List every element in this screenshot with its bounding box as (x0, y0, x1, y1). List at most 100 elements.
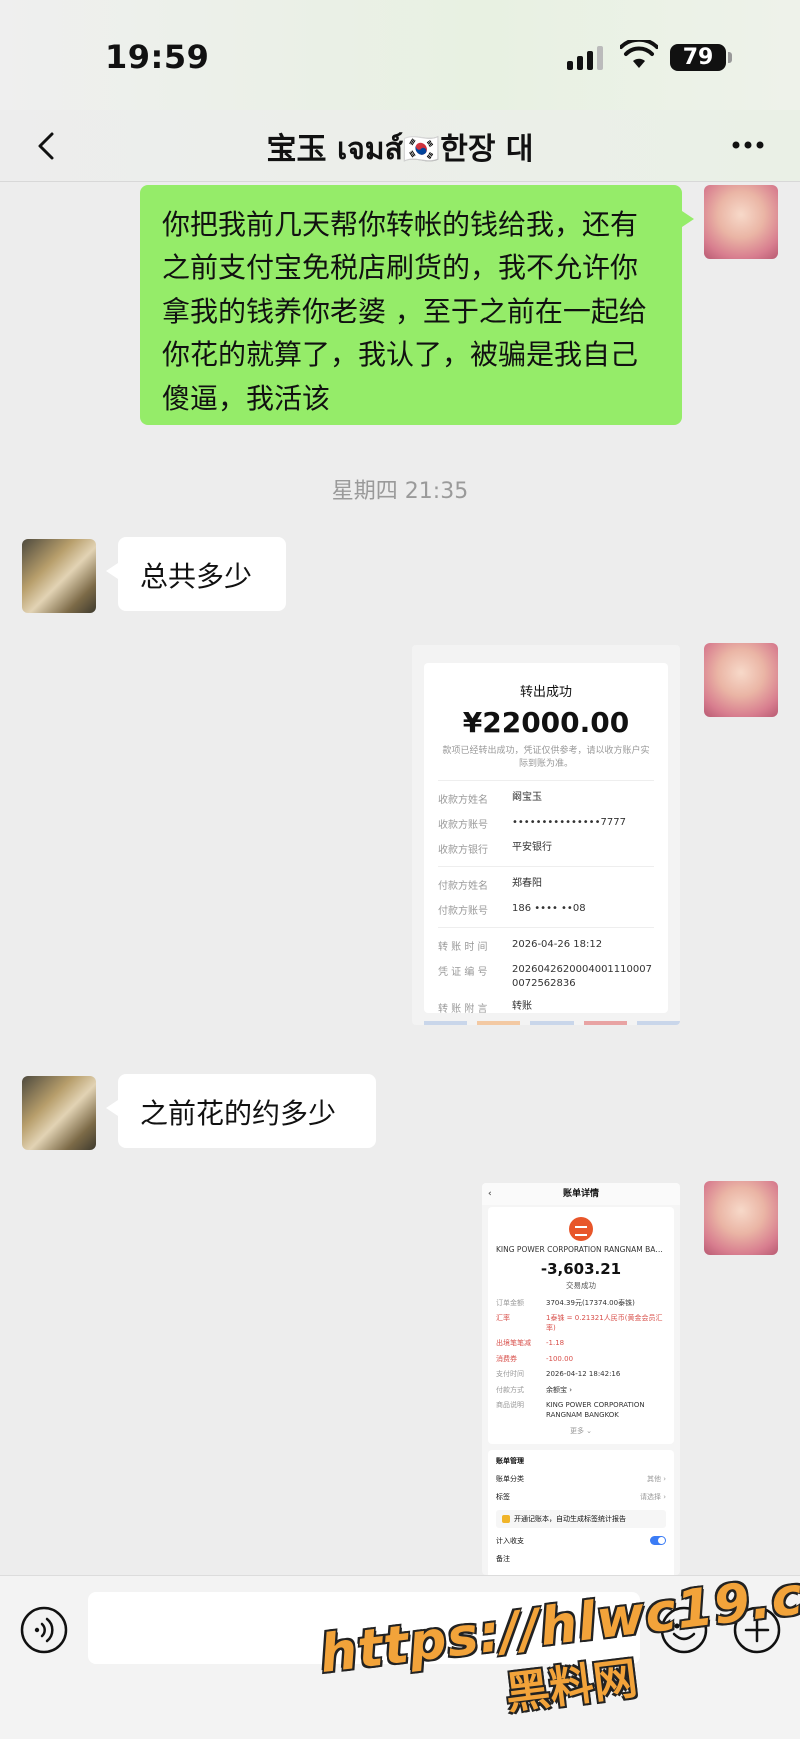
row-label: 标签 (496, 1492, 510, 1501)
message-bubble-received[interactable]: 总共多少 (106, 537, 286, 611)
avatar-self[interactable] (704, 1181, 778, 1255)
bill-card: KING POWER CORPORATION RANGNAM BAN... -3… (488, 1207, 674, 1444)
row-value: 2026-04-12 18:42:16 (546, 1370, 621, 1379)
row-value: 2026042620004001110007007​2562836 (512, 964, 652, 989)
merchant-name: KING POWER CORPORATION RANGNAM BAN... (496, 1245, 666, 1254)
row-label: 收款方银行 (438, 845, 488, 857)
avatar-contact[interactable] (22, 539, 96, 613)
avatar-contact[interactable] (22, 1076, 96, 1150)
message-bubble-received[interactable]: 之前花的约多少 (106, 1074, 376, 1148)
message-timestamp: 星期四 21:35 (331, 479, 469, 504)
bill-management: 账单管理 账单分类 其他 › 标签 请选择 › 开通记账本，自动生成标签统计报告 计… (488, 1449, 674, 1575)
bill-status: 交易成功 (566, 1281, 596, 1290)
receipt-card: 转出成功 ¥22000.00 款项已经转出成功，凭证仅供参考，请以收方账户实际到… (424, 663, 668, 1015)
bill-amount: -3,603.21 (540, 1260, 622, 1278)
row-value: 2026-04-26 18:12 (512, 939, 603, 951)
toggle-switch (650, 1535, 666, 1545)
row-value: 1泰铢 = 0.21321人民币(黄金会员汇率) (546, 1314, 663, 1332)
note-row: 备注 (496, 1554, 666, 1564)
divider (438, 780, 654, 782)
wifi-icon (620, 40, 658, 68)
row-value: 请选择 › (639, 1492, 666, 1501)
message-text: 之前花的约多少 (140, 1097, 337, 1130)
row-value: 其他 › (646, 1474, 666, 1483)
bill-header: ‹ 账单详情 (482, 1183, 680, 1205)
row-value: •••••••••••••••7777 (512, 817, 626, 829)
message-bubble-sent[interactable]: 你把我前几天帮你转帐的钱给我，还有之前支付宝免税店刷货的，我不允许你拿我的钱养你… (140, 185, 694, 425)
bill-header-title: 账单详情 (562, 1189, 599, 1199)
row-label: 收款方姓名 (438, 795, 488, 807)
battery-indicator: 79 (670, 44, 732, 71)
row-label: 支付时间 (496, 1370, 524, 1379)
receipt-row: 凭 证 编 号 2026042620004001110007007​2562836 (438, 963, 654, 990)
row-value: 郑春阳 (512, 878, 542, 890)
row-label: 商品说明 (496, 1401, 524, 1410)
bill-management-title: 账单管理 (496, 1456, 524, 1465)
message-text: 总共多少 (140, 560, 253, 593)
receipt-row: 转 账 附 言 转账 (438, 1000, 654, 1015)
row-label: 付款方姓名 (438, 881, 488, 893)
bill-row: 出境笔笔减 -1.18 (496, 1339, 666, 1348)
row-value: KING POWER CORPORATION RANGNAM BANGKOK (546, 1401, 645, 1419)
receipt-row: 收款方银行 平安银行 (438, 841, 654, 856)
receipt-title: 转出成功 (519, 685, 572, 700)
bill-row: 消费券 -100.00 (496, 1355, 666, 1364)
status-time: 19:59 (105, 38, 210, 76)
message-list[interactable]: 你把我前几天帮你转帐的钱给我，还有之前支付宝免税店刷货的，我不允许你拿我的钱养你… (0, 183, 800, 1575)
receipt-amount: ¥22000.00 (462, 706, 630, 739)
bill-row: 商品说明 KING POWER CORPORATION RANGNAM BANGK… (496, 1401, 666, 1420)
count-in-budget-row: 计入收支 (496, 1535, 666, 1546)
row-label: 出境笔笔减 (496, 1339, 531, 1348)
status-bar: 19:59 79 (0, 0, 800, 110)
cellular-signal-icon (567, 44, 603, 70)
row-value: 平安银行 (512, 842, 552, 854)
receipt-row: 付款方姓名 郑春阳 (438, 877, 654, 892)
avatar-self[interactable] (704, 185, 778, 259)
divider (438, 927, 654, 929)
row-label: 收款方账号 (438, 820, 488, 832)
receipt-row: 收款方姓名 阚宝玉 (438, 791, 654, 806)
row-value: 阚宝玉 (512, 792, 542, 804)
bill-tag-row: 标签 请选择 › (496, 1492, 666, 1502)
row-value: -1.18 (546, 1339, 565, 1348)
bookkeeping-icon (502, 1514, 510, 1523)
bill-row: 支付时间 2026-04-12 18:42:16 (496, 1370, 666, 1379)
transfer-receipt-image[interactable]: 转出成功 ¥22000.00 款项已经转出成功，凭证仅供参考，请以收方账户实际到… (412, 645, 680, 1025)
row-label: 订单金额 (496, 1299, 524, 1307)
more-link: 更多 ⌄ (569, 1426, 593, 1435)
voice-input-icon[interactable] (20, 1606, 68, 1654)
row-label: 凭 证 编 号 (438, 967, 488, 979)
row-label: 账单分类 (496, 1474, 524, 1483)
chevron-left-icon: ‹ (488, 1189, 492, 1199)
more-options-icon[interactable] (728, 130, 768, 160)
bookkeeping-banner: 开通记账本，自动生成标签统计报告 (496, 1509, 666, 1528)
bill-detail-image[interactable]: ‹ 账单详情 KING POWER CORPORATION RANGNAM BA… (482, 1183, 680, 1575)
receipt-note: 款项已经转出成功，凭证仅供参考，请以收方账户实际到账为准。 (442, 746, 650, 769)
receipt-row: 转 账 时 间 2026-04-26 18:12 (438, 938, 654, 953)
row-label: 汇率 (496, 1314, 510, 1323)
bill-row: 汇率 1泰铢 = 0.21321人民币(黄金会员汇率) (496, 1314, 666, 1333)
row-value: 186 •••• ••08 (512, 903, 586, 915)
decorative-strip (424, 1021, 680, 1025)
row-value: 3704.39元(17374.00泰铢) (546, 1299, 635, 1307)
bill-row: 付款方式 余额宝 › (496, 1386, 666, 1395)
row-label: 计入收支 (496, 1536, 524, 1545)
chat-title: 宝玉 เจมส์🇰🇷한장 대 (266, 132, 534, 167)
chat-header: 宝玉 เจมส์🇰🇷한장 대 (0, 110, 800, 182)
row-label: 付款方式 (496, 1385, 524, 1394)
message-text: 你把我前几天帮你转帐的钱给我，还有之前支付宝免税店刷货的，我不允许你拿我的钱养你… (162, 208, 647, 415)
row-label: 转 账 附 言 (438, 1004, 488, 1016)
row-label: 付款方账号 (438, 906, 488, 918)
banner-text: 开通记账本，自动生成标签统计报告 (514, 1514, 626, 1523)
avatar-self[interactable] (704, 643, 778, 717)
row-value: -100.00 (546, 1354, 574, 1363)
bill-row: 订单金额 3704.39元(17374.00泰铢) (496, 1299, 666, 1308)
row-label: 消费券 (496, 1354, 517, 1363)
bill-category-row: 账单分类 其他 › (496, 1474, 666, 1484)
receipt-row: 收款方账号 •••••••••••••••7777 (438, 816, 654, 831)
row-label: 备注 (496, 1554, 510, 1563)
row-value: 转账 (512, 1001, 532, 1013)
merchant-logo-icon (569, 1217, 593, 1241)
row-label: 转 账 时 间 (438, 942, 488, 954)
receipt-row: 付款方账号 186 •••• ••08 (438, 902, 654, 917)
